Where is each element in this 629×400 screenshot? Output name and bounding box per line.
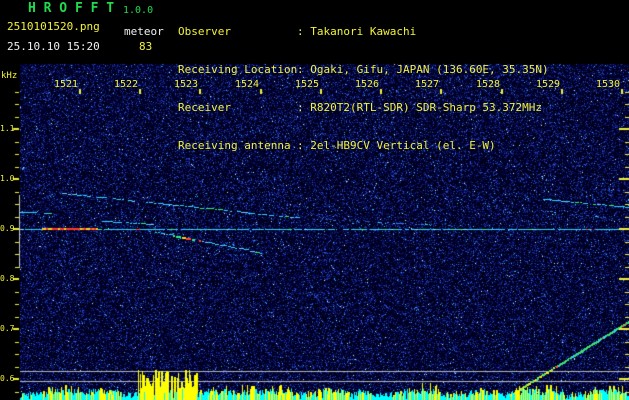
info-value: 2el-HB9CV Vertical (el. E-W) xyxy=(310,139,496,152)
info-row-observer: Observer: Takanori Kawachi xyxy=(178,26,549,40)
info-separator: : xyxy=(297,63,304,76)
x-axis-label: 1530 xyxy=(595,79,621,90)
info-value: Ogaki, Gifu, JAPAN (136.60E, 35.35N) xyxy=(310,63,549,76)
y-axis-label: 1.0 xyxy=(0,174,15,183)
filename: 2510101520.png xyxy=(7,20,100,33)
info-row-receiver: Receiver: R820T2(RTL-SDR) SDR-Sharp 53.3… xyxy=(178,102,549,116)
x-axis-label: 1528 xyxy=(475,79,501,90)
info-label: Observer xyxy=(178,25,231,38)
x-axis-label: 1521 xyxy=(53,79,79,90)
x-axis-label: 1522 xyxy=(113,79,139,90)
app-version: 1.0.0 xyxy=(123,5,154,16)
mode-label: meteor xyxy=(124,25,164,38)
y-axis-label: 0.7 xyxy=(0,324,15,333)
info-row-location: Receiving Location: Ogaki, Gifu, JAPAN (… xyxy=(178,64,549,78)
info-separator: : xyxy=(297,101,304,114)
info-row-antenna: Receiving antenna: 2el-HB9CV Vertical (e… xyxy=(178,140,549,154)
y-axis-label: 0.6 xyxy=(0,374,15,383)
info-value: Takanori Kawachi xyxy=(310,25,417,38)
x-axis-label: 1527 xyxy=(414,79,440,90)
y-axis-label: 1.1 xyxy=(0,124,15,133)
x-axis-label: 1525 xyxy=(294,79,320,90)
info-value: R820T2(RTL-SDR) SDR-Sharp 53.372MHz xyxy=(310,101,543,114)
x-axis-label: 1526 xyxy=(354,79,380,90)
echo-count: 83 xyxy=(139,40,153,53)
y-axis-label: 0.8 xyxy=(0,274,15,283)
x-axis-label: 1524 xyxy=(234,79,260,90)
x-axis-label: 1529 xyxy=(535,79,561,90)
y-axis-label: 0.9 xyxy=(0,224,15,233)
info-separator: : xyxy=(297,25,304,38)
y-axis-unit: kHz xyxy=(1,71,18,81)
info-separator: : xyxy=(297,139,304,152)
info-label: Receiving Location xyxy=(178,63,298,76)
info-label: Receiving antenna xyxy=(178,139,291,152)
info-label: Receiver xyxy=(178,101,231,114)
x-axis-label: 1523 xyxy=(173,79,199,90)
timestamp: 25.10.10 15:20 xyxy=(7,40,100,53)
app-title: H R O F F T xyxy=(28,1,115,16)
hrofft-window: H R O F F T 1.0.0 2510101520.png meteor … xyxy=(0,0,629,400)
